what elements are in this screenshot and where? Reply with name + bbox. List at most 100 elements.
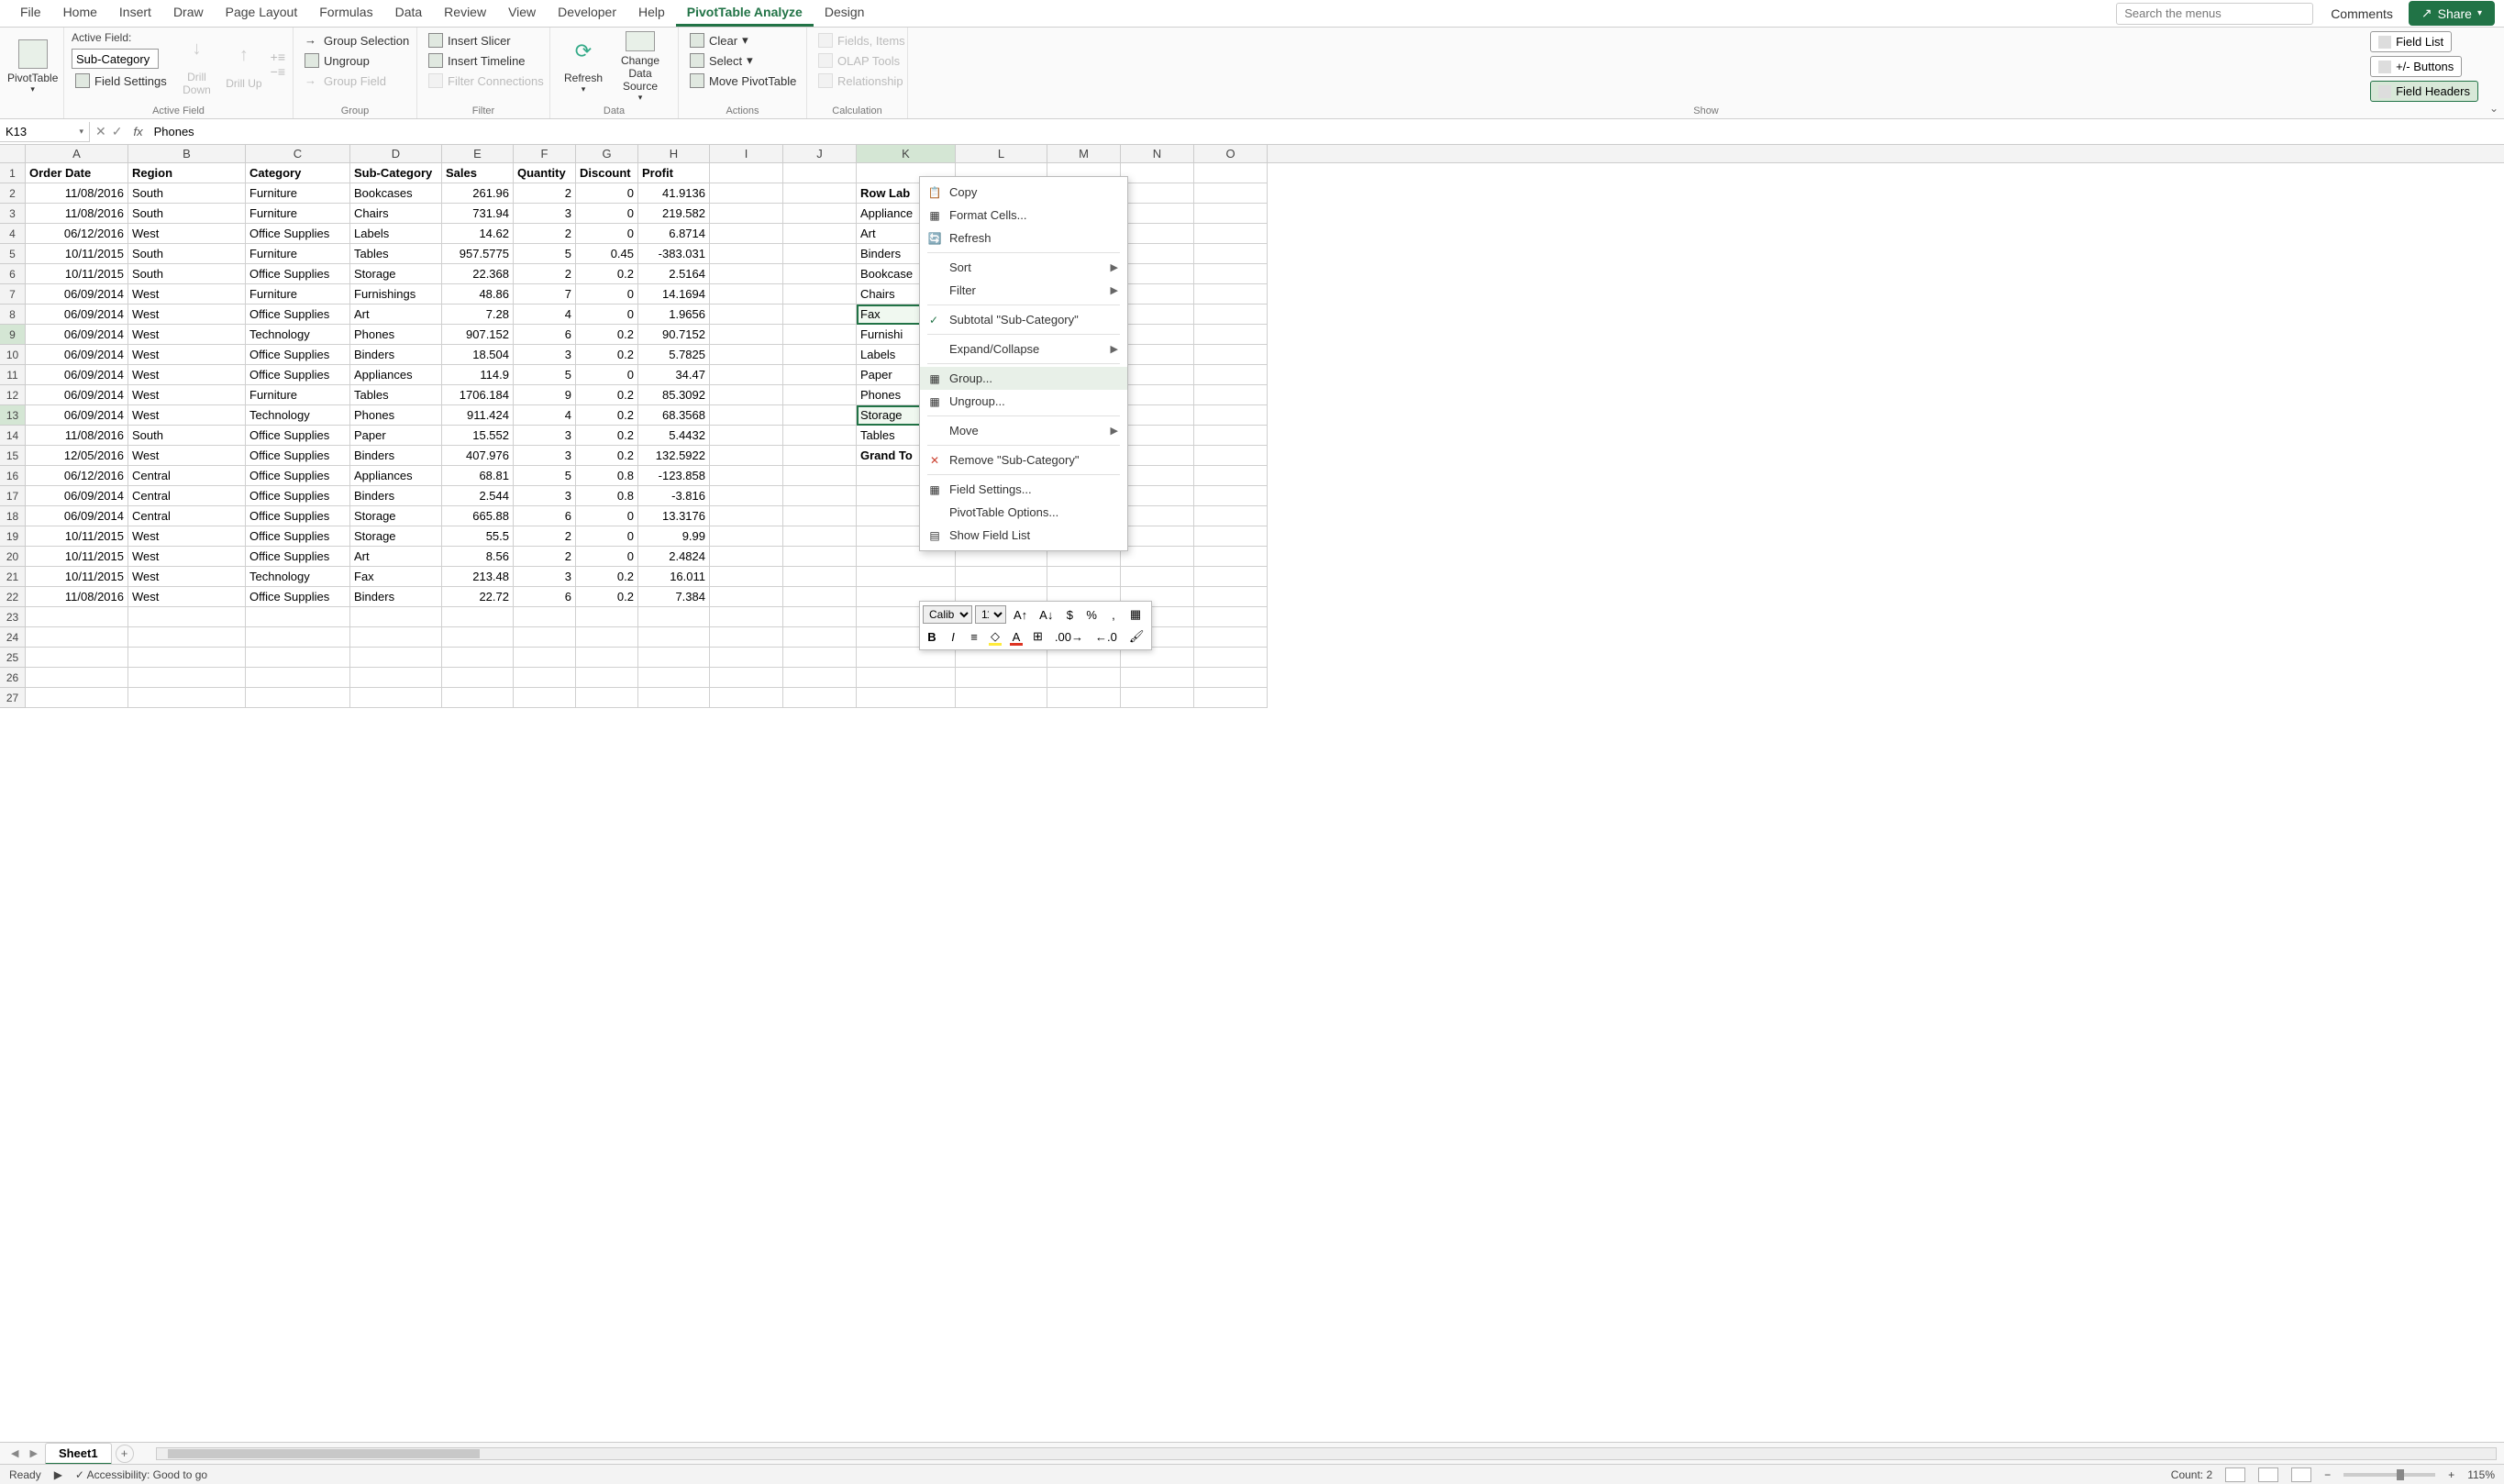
cell[interactable]: 06/09/2014 <box>26 486 128 506</box>
cell[interactable] <box>638 648 710 668</box>
cell[interactable]: West <box>128 224 246 244</box>
cell[interactable] <box>1194 305 1268 325</box>
cell[interactable]: 48.86 <box>442 284 514 305</box>
cell[interactable]: 06/12/2016 <box>26 224 128 244</box>
cell[interactable]: West <box>128 526 246 547</box>
cell[interactable] <box>1194 325 1268 345</box>
cell[interactable]: 2 <box>514 547 576 567</box>
cell[interactable] <box>783 567 857 587</box>
cell[interactable]: Tables <box>350 385 442 405</box>
cell[interactable] <box>783 264 857 284</box>
cell[interactable]: Office Supplies <box>246 526 350 547</box>
cell[interactable]: Appliances <box>350 365 442 385</box>
cell[interactable]: 11/08/2016 <box>26 587 128 607</box>
cell[interactable]: 5 <box>514 244 576 264</box>
context-menu-item[interactable]: ▦Ungroup... <box>920 390 1127 413</box>
cell[interactable]: Central <box>128 506 246 526</box>
increase-decimal-icon[interactable]: .00→ <box>1050 627 1088 647</box>
cell[interactable] <box>857 648 956 668</box>
cell[interactable]: 2.544 <box>442 486 514 506</box>
cell[interactable]: 2 <box>514 264 576 284</box>
cell[interactable]: 06/09/2014 <box>26 405 128 426</box>
cell[interactable] <box>710 244 783 264</box>
cell[interactable]: 06/09/2014 <box>26 325 128 345</box>
cell[interactable] <box>1194 183 1268 204</box>
cell[interactable]: Furniture <box>246 284 350 305</box>
row-header[interactable]: 10 <box>0 345 26 365</box>
cell[interactable]: 18.504 <box>442 345 514 365</box>
cell[interactable] <box>1194 405 1268 426</box>
cell[interactable]: 8.56 <box>442 547 514 567</box>
column-header[interactable]: K <box>857 145 956 162</box>
cell[interactable]: Office Supplies <box>246 547 350 567</box>
context-menu-item[interactable]: Expand/Collapse▶ <box>920 338 1127 360</box>
ribbon-tab-view[interactable]: View <box>497 0 547 27</box>
cell[interactable]: 6 <box>514 587 576 607</box>
cell[interactable]: West <box>128 385 246 405</box>
context-menu-item[interactable]: 📋Copy <box>920 181 1127 204</box>
context-menu-item[interactable]: ✕Remove "Sub-Category" <box>920 449 1127 471</box>
cell[interactable]: 7 <box>514 284 576 305</box>
spreadsheet-grid[interactable]: ABCDEFGHIJKLMNO 123456789101112131415161… <box>0 145 2504 1445</box>
cell[interactable]: 0.8 <box>576 466 638 486</box>
active-field-input[interactable] <box>72 49 159 69</box>
cell[interactable] <box>783 547 857 567</box>
comma-icon[interactable]: , <box>1104 605 1123 625</box>
insert-timeline-button[interactable]: Insert Timeline <box>425 51 548 70</box>
context-menu-item[interactable]: ▤Show Field List <box>920 524 1127 547</box>
cell[interactable]: West <box>128 325 246 345</box>
context-menu-item[interactable]: ▦Group... <box>920 367 1127 390</box>
cell[interactable]: 2 <box>514 224 576 244</box>
row-header[interactable]: 8 <box>0 305 26 325</box>
cell[interactable] <box>1121 284 1194 305</box>
cell[interactable] <box>710 466 783 486</box>
increase-font-icon[interactable]: A↑ <box>1009 605 1032 625</box>
sheet-tab[interactable]: Sheet1 <box>45 1443 112 1465</box>
cell[interactable]: 0.2 <box>576 426 638 446</box>
cell[interactable] <box>514 648 576 668</box>
cell[interactable]: Storage <box>350 264 442 284</box>
column-header[interactable]: M <box>1047 145 1121 162</box>
cell[interactable] <box>1121 426 1194 446</box>
cell[interactable] <box>783 183 857 204</box>
cell[interactable]: Storage <box>350 506 442 526</box>
cell[interactable]: West <box>128 405 246 426</box>
column-header[interactable]: C <box>246 145 350 162</box>
cell[interactable]: 3 <box>514 446 576 466</box>
ribbon-tab-pivottable-analyze[interactable]: PivotTable Analyze <box>676 0 814 27</box>
ribbon-tab-insert[interactable]: Insert <box>108 0 162 27</box>
cell[interactable] <box>1121 567 1194 587</box>
cell[interactable]: Office Supplies <box>246 305 350 325</box>
cell[interactable]: 2.4824 <box>638 547 710 567</box>
cell[interactable] <box>783 305 857 325</box>
cell[interactable] <box>1121 466 1194 486</box>
cell[interactable] <box>783 345 857 365</box>
cell[interactable] <box>1121 385 1194 405</box>
fx-icon[interactable]: fx <box>127 125 148 138</box>
cell[interactable]: 6 <box>514 506 576 526</box>
cell[interactable] <box>1194 244 1268 264</box>
cell[interactable]: 0.8 <box>576 486 638 506</box>
cell[interactable] <box>26 688 128 708</box>
row-header[interactable]: 13 <box>0 405 26 426</box>
borders-icon[interactable]: ⊞ <box>1028 626 1047 647</box>
cell[interactable] <box>783 284 857 305</box>
cell[interactable]: 9.99 <box>638 526 710 547</box>
cell[interactable] <box>710 547 783 567</box>
cell[interactable] <box>783 627 857 648</box>
cell[interactable]: Office Supplies <box>246 224 350 244</box>
decrease-decimal-icon[interactable]: ←.0 <box>1091 627 1122 647</box>
cell[interactable]: Furniture <box>246 244 350 264</box>
cell[interactable]: -123.858 <box>638 466 710 486</box>
cell[interactable] <box>710 506 783 526</box>
cell[interactable]: Office Supplies <box>246 506 350 526</box>
cell[interactable]: Furniture <box>246 183 350 204</box>
ribbon-tab-home[interactable]: Home <box>52 0 108 27</box>
cell[interactable]: 0 <box>576 365 638 385</box>
cell[interactable] <box>1047 668 1121 688</box>
cell[interactable] <box>1194 688 1268 708</box>
cell[interactable]: 55.5 <box>442 526 514 547</box>
context-menu-item[interactable]: ▦Format Cells... <box>920 204 1127 227</box>
cell[interactable] <box>783 607 857 627</box>
zoom-slider[interactable] <box>2343 1473 2435 1477</box>
